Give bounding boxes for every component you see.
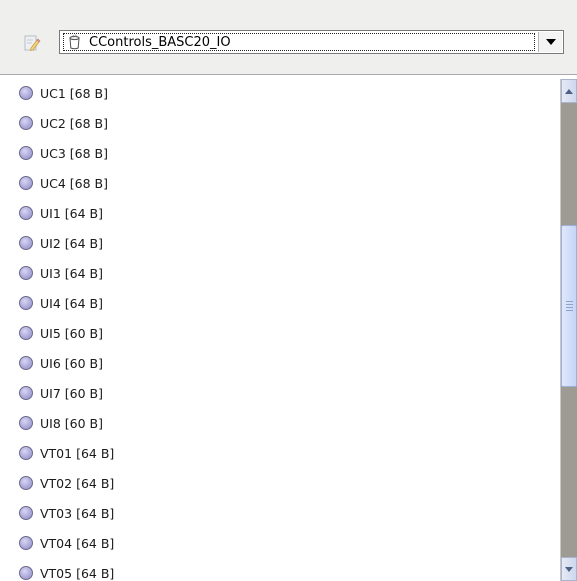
- toolbar: CControls_BASC20_IO: [0, 0, 577, 75]
- vertical-scrollbar[interactable]: [560, 79, 577, 581]
- circle-bullet-icon: [19, 206, 33, 220]
- list-item[interactable]: VT01 [64 B]: [0, 438, 558, 468]
- list-item[interactable]: UC4 [68 B]: [0, 168, 558, 198]
- circle-bullet-icon: [19, 536, 33, 550]
- app-window: CControls_BASC20_IO UC1 [68 B] UC2 [68 B]…: [0, 0, 577, 581]
- chevron-down-icon: [545, 39, 556, 45]
- circle-bullet-icon: [19, 566, 33, 580]
- circle-bullet-icon: [19, 446, 33, 460]
- list-item[interactable]: UI7 [60 B]: [0, 378, 558, 408]
- mug-icon: [67, 34, 83, 50]
- list-item-label: VT02 [64 B]: [40, 475, 115, 491]
- circle-bullet-icon: [19, 356, 33, 370]
- combo-selected-value[interactable]: CControls_BASC20_IO: [63, 33, 535, 51]
- list-item-label: VT01 [64 B]: [40, 445, 115, 461]
- circle-bullet-icon: [19, 476, 33, 490]
- list-item-label: UI2 [64 B]: [40, 235, 103, 251]
- list-item[interactable]: UI8 [60 B]: [0, 408, 558, 438]
- circle-bullet-icon: [19, 146, 33, 160]
- list-item[interactable]: UI6 [60 B]: [0, 348, 558, 378]
- list-item-label: VT03 [64 B]: [40, 505, 115, 521]
- list-item[interactable]: UI2 [64 B]: [0, 228, 558, 258]
- list-item-label: UC2 [68 B]: [40, 115, 109, 131]
- scroll-down-button[interactable]: [561, 557, 577, 581]
- list-item-label: VT05 [64 B]: [40, 565, 115, 581]
- circle-bullet-icon: [19, 236, 33, 250]
- combo-text: CControls_BASC20_IO: [89, 34, 231, 50]
- list-item[interactable]: UC3 [68 B]: [0, 138, 558, 168]
- scroll-up-button[interactable]: [561, 79, 577, 103]
- circle-bullet-icon: [19, 116, 33, 130]
- list-item[interactable]: UI4 [64 B]: [0, 288, 558, 318]
- list-item[interactable]: VT05 [64 B]: [0, 558, 558, 581]
- combo-dropdown-button[interactable]: [538, 32, 562, 52]
- list-item-label: UI7 [60 B]: [40, 385, 103, 401]
- list-item[interactable]: UC2 [68 B]: [0, 108, 558, 138]
- member-list: UC1 [68 B] UC2 [68 B] UC3 [68 B] UC4 [68 B]…: [0, 78, 558, 581]
- list-item-label: UI6 [60 B]: [40, 355, 103, 371]
- edit-button[interactable]: [20, 31, 44, 55]
- circle-bullet-icon: [19, 86, 33, 100]
- arrow-up-icon: [565, 88, 573, 94]
- list-item-label: UI1 [64 B]: [40, 205, 103, 221]
- list-item-label: VT04 [64 B]: [40, 535, 115, 551]
- edit-pencil-icon: [24, 35, 41, 52]
- scroll-thumb[interactable]: [561, 225, 577, 387]
- list-item[interactable]: UI5 [60 B]: [0, 318, 558, 348]
- list-item[interactable]: UI3 [64 B]: [0, 258, 558, 288]
- list-item[interactable]: UI1 [64 B]: [0, 198, 558, 228]
- arrow-down-icon: [565, 566, 573, 572]
- grip-icon: [565, 301, 573, 311]
- list-item[interactable]: VT04 [64 B]: [0, 528, 558, 558]
- list-item-label: UI3 [64 B]: [40, 265, 103, 281]
- circle-bullet-icon: [19, 296, 33, 310]
- list-item-label: UC1 [68 B]: [40, 85, 109, 101]
- list-item-label: UC4 [68 B]: [40, 175, 109, 191]
- circle-bullet-icon: [19, 176, 33, 190]
- list-item-label: UI5 [60 B]: [40, 325, 103, 341]
- circle-bullet-icon: [19, 506, 33, 520]
- list-item[interactable]: VT02 [64 B]: [0, 468, 558, 498]
- circle-bullet-icon: [19, 266, 33, 280]
- circle-bullet-icon: [19, 416, 33, 430]
- list-item[interactable]: UC1 [68 B]: [0, 78, 558, 108]
- class-selector-combo[interactable]: CControls_BASC20_IO: [59, 30, 564, 54]
- list-item[interactable]: VT03 [64 B]: [0, 498, 558, 528]
- circle-bullet-icon: [19, 326, 33, 340]
- member-list-panel: UC1 [68 B] UC2 [68 B] UC3 [68 B] UC4 [68 B]…: [0, 75, 577, 581]
- list-item-label: UC3 [68 B]: [40, 145, 109, 161]
- circle-bullet-icon: [19, 386, 33, 400]
- list-item-label: UI4 [64 B]: [40, 295, 103, 311]
- list-item-label: UI8 [60 B]: [40, 415, 103, 431]
